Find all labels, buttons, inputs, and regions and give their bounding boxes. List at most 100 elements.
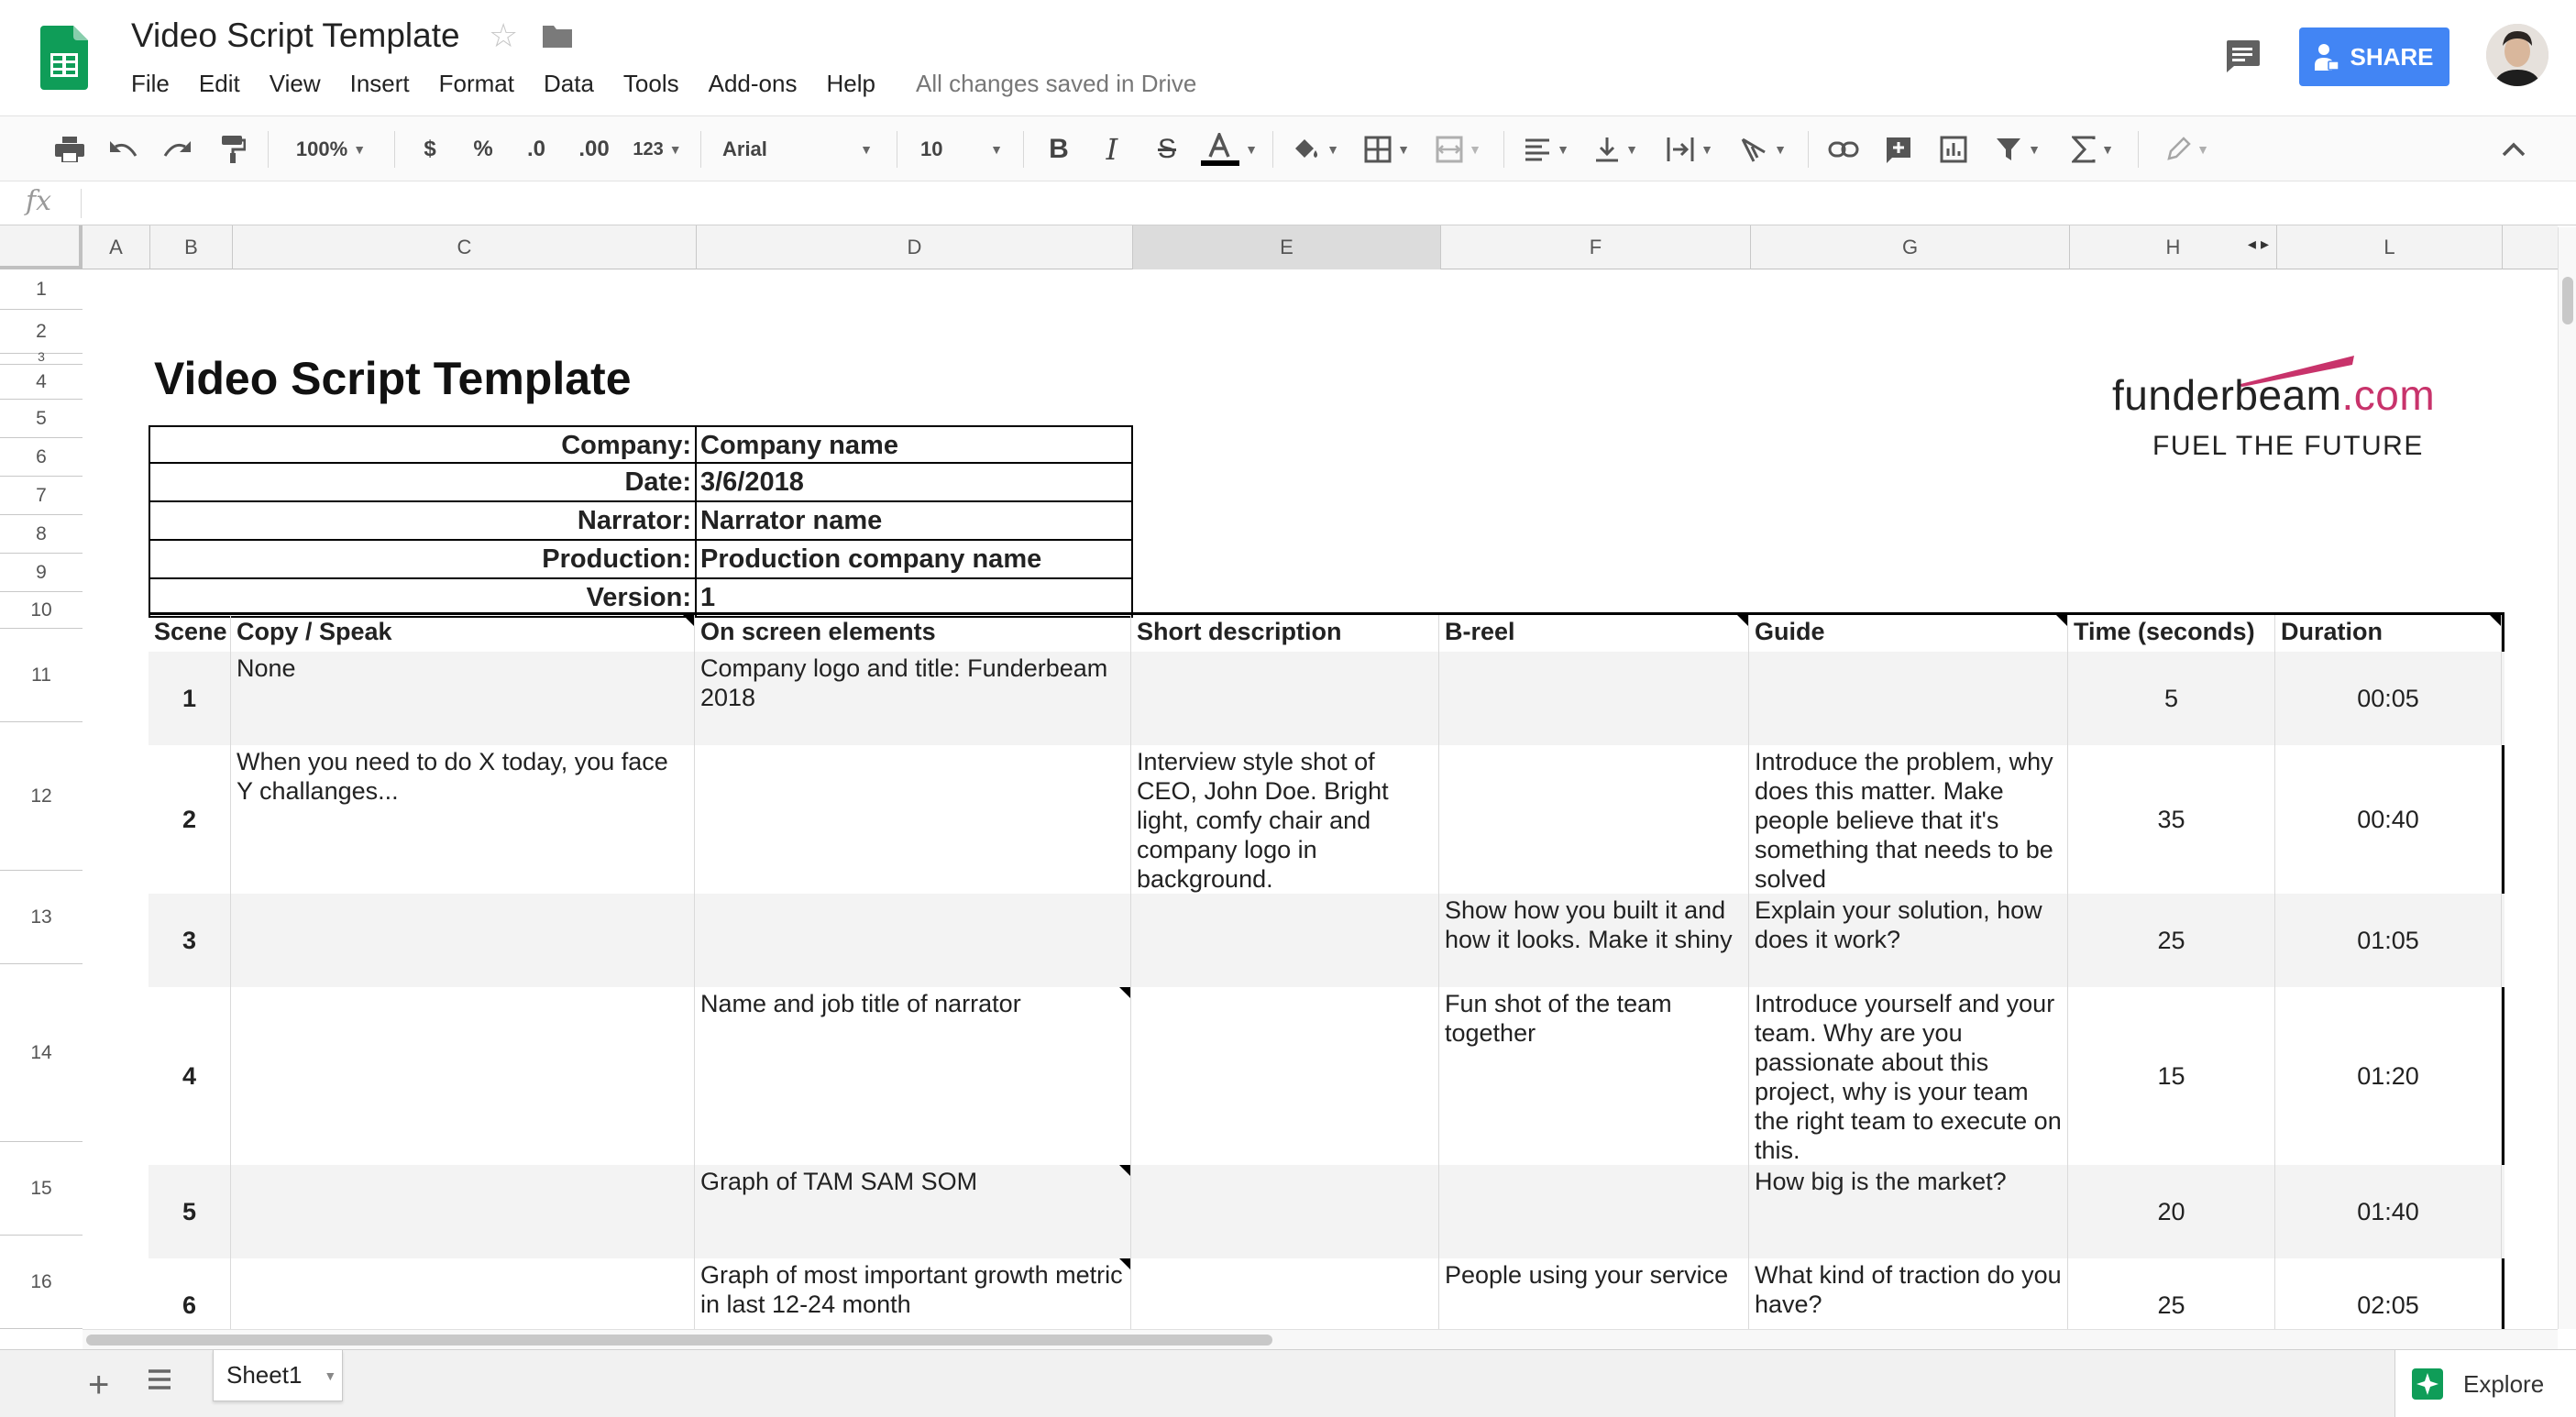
onscreen-cell[interactable]: Company logo and title: Funderbeam 2018 [695, 652, 1131, 745]
menu-view[interactable]: View [270, 70, 321, 99]
formula-input[interactable] [88, 181, 2554, 224]
row-header-11[interactable]: 11 [0, 629, 83, 722]
menu-data[interactable]: Data [544, 70, 594, 99]
guide-cell[interactable]: How big is the market? [1749, 1165, 2068, 1258]
column-header-h[interactable]: H ◂ ▸ [2070, 225, 2277, 269]
paint-format-button[interactable] [211, 116, 255, 182]
column-header-c[interactable]: C [233, 225, 697, 269]
explore-button[interactable]: Explore [2394, 1350, 2576, 1417]
info-row-date[interactable]: Date: 3/6/2018 [149, 464, 1133, 502]
increase-decimal-button[interactable]: .00 [568, 116, 620, 182]
insert-chart-button[interactable] [1931, 116, 1976, 182]
sheet-tab-sheet1[interactable]: Sheet1 ▼ [213, 1350, 343, 1401]
header-copy[interactable]: Copy / Speak [231, 615, 695, 652]
vertical-scrollbar[interactable] [2558, 227, 2576, 1329]
onscreen-cell[interactable] [695, 894, 1131, 987]
breel-cell[interactable]: People using your service [1439, 1258, 1749, 1329]
insert-comment-button[interactable] [1876, 116, 1921, 182]
short-description-cell[interactable]: Interview style shot of CEO, John Doe. B… [1131, 745, 1439, 894]
user-avatar[interactable] [2486, 24, 2548, 86]
breel-cell[interactable]: Show how you built it and how it looks. … [1439, 894, 1749, 987]
header-time[interactable]: Time (seconds) [2068, 615, 2275, 652]
row-header-16[interactable]: 16 [0, 1236, 83, 1329]
menu-help[interactable]: Help [826, 70, 875, 99]
short-description-cell[interactable] [1131, 652, 1439, 745]
copy-cell[interactable] [231, 1165, 695, 1258]
header-onscreen[interactable]: On screen elements [695, 615, 1131, 652]
scene-number[interactable]: 4 [149, 987, 231, 1165]
time-cell[interactable]: 15 [2068, 987, 2275, 1165]
zoom-select[interactable]: 100% ▼ [281, 116, 381, 182]
scene-number[interactable]: 3 [149, 894, 231, 987]
row-header-6[interactable]: 6 [0, 438, 83, 477]
column-header-b[interactable]: B [150, 225, 233, 269]
star-icon[interactable]: ☆ [489, 16, 518, 55]
time-cell[interactable]: 20 [2068, 1165, 2275, 1258]
row-header-7[interactable]: 7 [0, 477, 83, 515]
column-header-l[interactable]: L [2277, 225, 2503, 269]
short-description-cell[interactable] [1131, 987, 1439, 1165]
row-header-3[interactable]: 3 [0, 349, 83, 365]
sheet-title[interactable]: Video Script Template [154, 352, 632, 405]
menu-edit[interactable]: Edit [199, 70, 240, 99]
save-status[interactable]: All changes saved in Drive [916, 70, 1196, 98]
onscreen-cell[interactable]: Graph of most important growth metric in… [695, 1258, 1131, 1329]
horizontal-align-button[interactable]: ▼ [1516, 116, 1577, 182]
insert-link-button[interactable] [1821, 116, 1866, 182]
info-row-company[interactable]: Company: Company name [149, 425, 1133, 464]
breel-cell[interactable]: Fun shot of the team together [1439, 987, 1749, 1165]
row-header-9[interactable]: 9 [0, 554, 83, 592]
breel-cell[interactable] [1439, 652, 1749, 745]
time-cell[interactable]: 25 [2068, 894, 2275, 987]
row-header-8[interactable]: 8 [0, 515, 83, 554]
header-scene[interactable]: Scene [149, 615, 231, 652]
strikethrough-button[interactable]: S [1144, 116, 1190, 182]
select-all-corner[interactable] [0, 225, 83, 269]
merge-cells-button[interactable]: ▼ [1426, 116, 1491, 182]
add-sheet-icon[interactable]: + [88, 1365, 109, 1406]
text-rotation-button[interactable]: ▼ [1731, 116, 1795, 182]
guide-cell[interactable]: Explain your solution, how does it work? [1749, 894, 2068, 987]
borders-button[interactable]: ▼ [1355, 116, 1419, 182]
hidden-columns-icon[interactable]: ◂ ▸ [2248, 235, 2269, 254]
menu-format[interactable]: Format [439, 70, 514, 99]
duration-cell[interactable]: 00:05 [2275, 652, 2502, 745]
vertical-scroll-thumb[interactable] [2562, 277, 2573, 324]
info-row-production[interactable]: Production: Production company name [149, 541, 1133, 579]
column-header-d[interactable]: D [697, 225, 1133, 269]
short-description-cell[interactable] [1131, 1165, 1439, 1258]
duration-cell[interactable]: 00:40 [2275, 745, 2502, 894]
all-sheets-icon[interactable] [147, 1368, 172, 1390]
menu-file[interactable]: File [131, 70, 170, 99]
text-wrapping-button[interactable]: ▼ [1657, 116, 1722, 182]
scene-number[interactable]: 5 [149, 1165, 231, 1258]
guide-cell[interactable]: Introduce the problem, why does this mat… [1749, 745, 2068, 894]
copy-cell[interactable] [231, 1258, 695, 1329]
info-row-narrator[interactable]: Narrator: Narrator name [149, 502, 1133, 541]
column-header-g[interactable]: G [1751, 225, 2070, 269]
row-header-1[interactable]: 1 [0, 269, 83, 310]
scene-number[interactable]: 2 [149, 745, 231, 894]
percent-format-button[interactable]: % [460, 116, 506, 182]
vertical-align-button[interactable]: ▼ [1586, 116, 1646, 182]
time-cell[interactable]: 25 [2068, 1258, 2275, 1329]
onscreen-cell[interactable]: Graph of TAM SAM SOM [695, 1165, 1131, 1258]
decrease-decimal-button[interactable]: .0 [513, 116, 559, 182]
currency-format-button[interactable]: $ [407, 116, 453, 182]
scene-number[interactable]: 6 [149, 1258, 231, 1329]
breel-cell[interactable] [1439, 745, 1749, 894]
print-button[interactable] [48, 116, 92, 182]
horizontal-scroll-thumb[interactable] [86, 1335, 1272, 1346]
copy-cell[interactable]: None [231, 652, 695, 745]
header-breel[interactable]: B-reel [1439, 615, 1749, 652]
copy-cell[interactable] [231, 894, 695, 987]
comments-icon[interactable] [2223, 38, 2262, 73]
document-title[interactable]: Video Script Template [131, 16, 460, 55]
time-cell[interactable]: 35 [2068, 745, 2275, 894]
duration-cell[interactable]: 02:05 [2275, 1258, 2502, 1329]
collapse-menus-button[interactable] [2488, 116, 2539, 182]
guide-cell[interactable]: Introduce yourself and your team. Why ar… [1749, 987, 2068, 1165]
font-family-select[interactable]: Arial ▼ [713, 116, 882, 182]
redo-button[interactable] [156, 116, 200, 182]
duration-cell[interactable]: 01:40 [2275, 1165, 2502, 1258]
